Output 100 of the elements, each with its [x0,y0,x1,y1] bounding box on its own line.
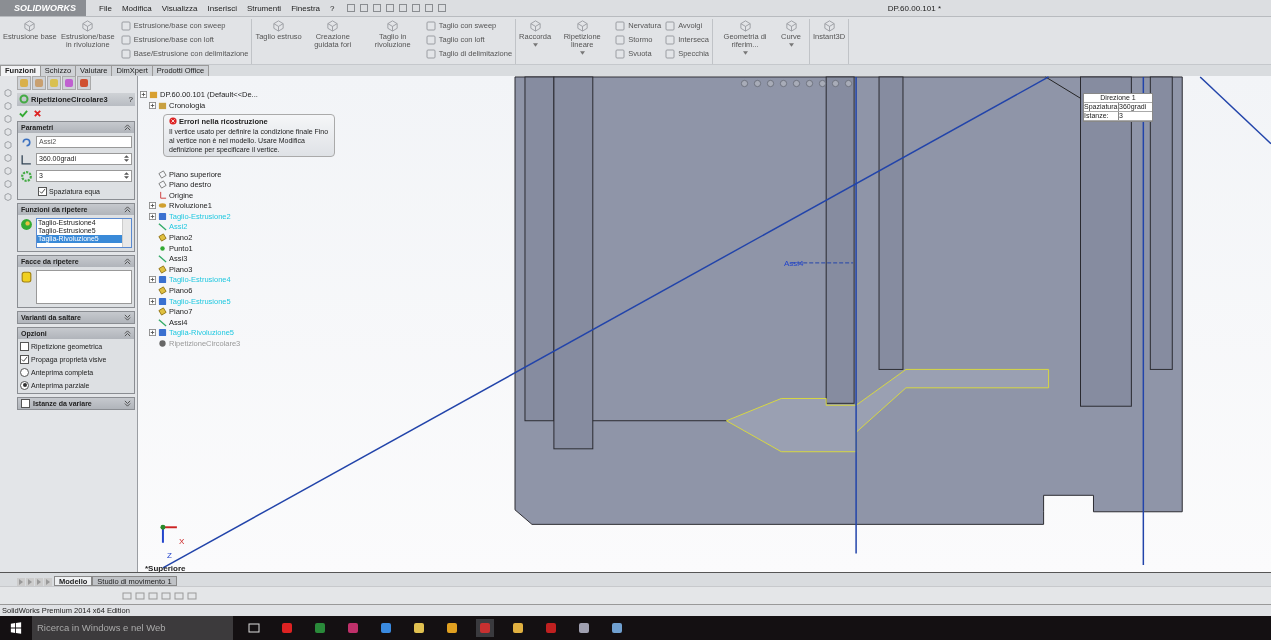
toolbar-icon[interactable] [122,590,132,601]
expand-icon[interactable] [149,276,156,284]
plane-icon [158,286,167,296]
nav-arrow-icon[interactable] [17,578,25,587]
square-icon [615,20,626,31]
expand-icon[interactable] [149,212,156,220]
toolbar-icon[interactable] [371,3,382,13]
toolbar-icon[interactable] [397,3,408,13]
square-icon [615,34,626,45]
toolbar-icon[interactable] [174,590,184,601]
caret-icon[interactable] [532,43,538,47]
chevron-icon[interactable] [124,399,131,407]
toolbar-icon[interactable] [161,590,171,601]
selection-box[interactable] [36,269,132,304]
checkbox[interactable] [38,186,47,196]
square-icon [665,20,676,31]
square-icon [120,48,131,59]
toolbar-icon[interactable] [135,590,145,601]
spinner-arrows-icon[interactable] [124,171,129,181]
toolbar-icon[interactable] [148,590,158,601]
caret-icon[interactable] [742,51,748,55]
chevron-icon[interactable] [124,123,131,131]
toolbar-icon[interactable] [423,3,434,13]
expand-icon[interactable] [140,91,147,99]
cube-icon[interactable] [2,100,13,111]
square-icon [425,20,436,31]
checkbox[interactable] [20,354,29,364]
nav-arrow-icon[interactable] [35,578,43,587]
checkbox[interactable] [21,398,30,408]
part-icon [149,90,158,100]
checkbox[interactable] [20,341,29,351]
square-icon [425,48,436,59]
cube-icon[interactable] [2,165,13,176]
menu-item[interactable]: ? [325,3,340,13]
square-icon [425,34,436,45]
cube-icon[interactable] [2,178,13,189]
radio-button[interactable] [20,367,29,377]
error-icon [169,117,177,126]
cube-icon[interactable] [2,126,13,137]
scrollbar[interactable] [122,218,131,247]
toolbar-icon[interactable] [345,3,356,13]
angle-icon [20,152,33,166]
chevron-icon[interactable] [124,257,131,265]
toolbar-icon[interactable] [410,3,421,13]
point-icon [158,243,167,253]
help-button[interactable]: ? [128,94,133,104]
search-field[interactable]: Ricerca in Windows e nel Web [32,616,233,640]
confirm-icon[interactable] [19,108,28,118]
square-icon [120,20,131,31]
square-icon [615,48,626,59]
expand-icon[interactable] [149,297,156,305]
triad-label: X [179,536,185,546]
cancel-icon[interactable] [33,108,42,118]
cube-icon[interactable] [2,152,13,163]
toolbar-icon[interactable] [436,3,447,13]
view-name: *Superiore [145,563,186,573]
expand-icon[interactable] [149,101,156,109]
face-icon [20,269,33,283]
expand-icon[interactable] [149,329,156,337]
radio-button[interactable] [20,380,29,390]
axis-icon [158,254,167,264]
toolbar-icon[interactable] [187,590,197,601]
rotate-icon [20,135,33,149]
plane-icon [158,264,167,274]
cube-icon[interactable] [2,191,13,202]
caret-icon[interactable] [579,51,585,55]
folder-icon [158,100,167,110]
caret-icon[interactable] [788,43,794,47]
expand-icon[interactable] [149,202,156,210]
square-icon [665,48,676,59]
chevron-icon[interactable] [124,205,131,213]
axis-icon [158,222,167,232]
cube-icon[interactable] [2,113,13,124]
app-logo: SOLIDWORKS [0,0,86,16]
pattern-icon [19,94,29,105]
windows-start-icon[interactable] [10,622,22,634]
toolbar-icon[interactable] [384,3,395,13]
menu-item[interactable]: Visualizza [156,3,203,13]
square-icon [120,34,131,45]
menu-item[interactable]: Finestra [286,3,326,13]
plane-icon [158,307,167,317]
nav-arrow-icon[interactable] [44,578,52,587]
square-icon [665,34,676,45]
feature-icon [158,275,167,285]
cube-icon[interactable] [2,87,13,98]
plane-icon [158,233,167,243]
spinner-arrows-icon[interactable] [124,154,129,164]
menu-item[interactable]: Modifica [116,3,157,13]
cube-icon[interactable] [2,139,13,150]
toolbar-icon[interactable] [358,3,369,13]
origin-icon [158,190,167,200]
chevron-icon[interactable] [124,329,131,337]
chevron-icon[interactable] [124,313,131,321]
document-title: DP.60.00.101 * [887,3,941,13]
menu-item[interactable]: Strumenti [241,3,287,13]
nav-arrow-icon[interactable] [26,578,34,587]
menu-item[interactable]: File [94,3,117,13]
menu-item[interactable]: Inserisci [202,3,242,13]
axis-line [1199,75,1271,145]
axis-icon [158,317,167,327]
